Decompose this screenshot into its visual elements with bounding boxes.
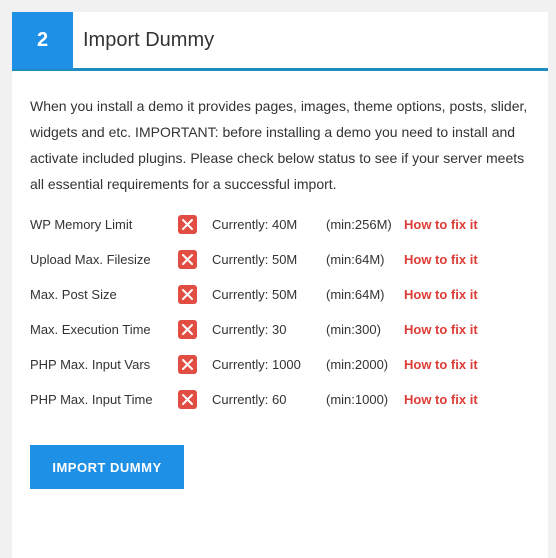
requirement-label: Upload Max. Filesize (30, 252, 151, 267)
close-icon (178, 320, 197, 339)
how-to-fix-link[interactable]: How to fix it (404, 355, 478, 375)
requirement-current: Currently: 50M (212, 287, 298, 302)
requirement-row: Max. Post Size Currently: 50M (min:64M) … (12, 285, 548, 320)
requirement-row: Max. Execution Time Currently: 30 (min:3… (12, 320, 548, 355)
requirement-current: Currently: 40M (212, 217, 298, 232)
how-to-fix-link[interactable]: How to fix it (404, 320, 478, 340)
how-to-fix-link[interactable]: How to fix it (404, 390, 478, 410)
close-icon (178, 355, 197, 374)
requirement-label: PHP Max. Input Vars (30, 357, 151, 372)
requirement-min: (min:64M) (326, 252, 385, 267)
requirement-current: Currently: 30 (212, 322, 287, 337)
panel-title: Import Dummy (83, 28, 215, 51)
requirement-row: PHP Max. Input Time Currently: 60 (min:1… (12, 390, 548, 425)
close-icon (178, 250, 197, 269)
requirement-label: Max. Post Size (30, 287, 117, 302)
intro-text: When you install a demo it provides page… (30, 98, 528, 192)
requirement-row: Upload Max. Filesize Currently: 50M (min… (12, 250, 548, 285)
requirement-row: WP Memory Limit Currently: 40M (min:256M… (12, 215, 548, 250)
requirement-current: Currently: 60 (212, 392, 287, 407)
requirement-current: Currently: 1000 (212, 357, 301, 372)
step-number-badge: 2 (12, 12, 73, 69)
requirement-min: (min:64M) (326, 287, 385, 302)
requirement-row: PHP Max. Input Vars Currently: 1000 (min… (12, 355, 548, 390)
requirements-list: WP Memory Limit Currently: 40M (min:256M… (12, 215, 548, 425)
import-dummy-button[interactable]: IMPORT DUMMY (30, 445, 184, 489)
panel-header: 2 Import Dummy (12, 12, 548, 71)
how-to-fix-link[interactable]: How to fix it (404, 285, 478, 305)
requirement-min: (min:2000) (326, 357, 389, 372)
requirement-min: (min:256M) (326, 217, 392, 232)
how-to-fix-link[interactable]: How to fix it (404, 250, 478, 270)
close-icon (178, 285, 197, 304)
import-dummy-panel: 2 Import Dummy When you install a demo i… (12, 12, 548, 558)
close-icon (178, 390, 197, 409)
requirement-min: (min:1000) (326, 392, 389, 407)
close-icon (178, 215, 197, 234)
requirement-label: WP Memory Limit (30, 217, 133, 232)
how-to-fix-link[interactable]: How to fix it (404, 215, 478, 235)
requirement-min: (min:300) (326, 322, 381, 337)
requirement-label: PHP Max. Input Time (30, 392, 153, 407)
requirement-current: Currently: 50M (212, 252, 298, 267)
requirement-label: Max. Execution Time (30, 322, 151, 337)
